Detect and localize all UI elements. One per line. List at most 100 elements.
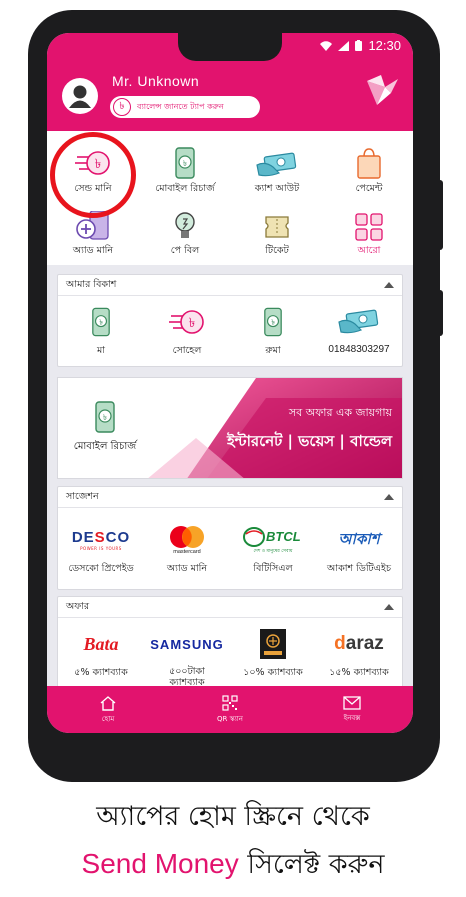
nav-inbox[interactable]: ইনবক্স — [291, 686, 413, 733]
battery-icon — [355, 40, 363, 51]
avatar[interactable] — [62, 78, 98, 114]
action-cash-out[interactable]: ক্যাশ আউট — [231, 145, 323, 197]
mobile-recharge-icon: ৳ — [95, 400, 115, 433]
offer-item[interactable]: ১০% ক্যাশব্যাক — [230, 628, 316, 681]
nav-qr-scan[interactable]: QR স্ক্যান — [169, 686, 291, 733]
action-label: পেমেন্ট — [355, 183, 383, 194]
phone-side-button — [437, 290, 443, 336]
action-label: ক্যাশ আউট — [254, 183, 300, 194]
svg-text:৳: ৳ — [189, 316, 195, 331]
suggestion-item[interactable]: DESCO POWER IS YOURS ডেসকো প্রিপেইড — [58, 524, 144, 577]
svg-text:BTCL: BTCL — [266, 529, 301, 544]
card-header[interactable]: অফার — [58, 597, 402, 618]
suggestion-label: বিটিসিএল — [253, 563, 293, 574]
offers-card: অফার Bata ৫% ক্যাশব্যাক SAMSUNG ৫০০টাকা … — [57, 596, 403, 696]
suggestions-card: সাজেশন DESCO POWER IS YOURS ডেসকো প্রিপে… — [57, 486, 403, 590]
card-title: সাজেশন — [66, 490, 99, 502]
nav-home[interactable]: হোম — [47, 686, 169, 733]
akash-logo: আকাশ — [338, 529, 380, 548]
home-icon — [100, 695, 116, 711]
action-label: মোবাইল রিচার্জ — [155, 183, 215, 194]
balance-prompt: ব্যালেন্স জানতে ট্যাপ করুন — [137, 101, 224, 111]
offer-label: ৫% ক্যাশব্যাক — [74, 667, 128, 678]
nav-label: QR স্ক্যান — [217, 714, 243, 723]
wifi-icon — [320, 40, 333, 51]
offer-label: ৫০০টাকা ক্যাশব্যাক — [169, 666, 205, 688]
contact-label: মা — [96, 345, 106, 356]
banner-graphic — [148, 378, 402, 478]
action-ticket[interactable]: টিকেট — [231, 207, 323, 259]
svg-text:৳: ৳ — [183, 159, 187, 168]
camera-notch — [178, 33, 282, 61]
collapse-caret-icon[interactable] — [384, 494, 394, 500]
action-pay-bill[interactable]: পে বিল — [139, 207, 231, 259]
action-payment[interactable]: পেমেন্ট — [323, 145, 413, 197]
favorite-contact[interactable]: ৳ রুমা — [230, 306, 316, 359]
favorite-contact[interactable]: ৳ সোহেল — [144, 306, 230, 359]
action-more[interactable]: আরো — [323, 207, 413, 259]
offer-item[interactable]: SAMSUNG ৫০০টাকা ক্যাশব্যাক — [144, 628, 230, 689]
cash-out-icon — [256, 152, 297, 177]
contact-label: রুমা — [265, 345, 281, 356]
favorite-contact[interactable]: ৳ মা — [58, 306, 144, 359]
my-bkash-card: আমার বিকাশ ৳ মা ৳ সোহেল ৳ রুমা 018483032… — [57, 274, 403, 367]
bottom-nav: হোম QR স্ক্যান ইনবক্স — [47, 686, 413, 733]
offer-item[interactable]: Bata ৫% ক্যাশব্যাক — [58, 628, 144, 681]
caption-line2: Send Money সিলেক্ট করুন — [0, 844, 466, 889]
status-bar: 12:30 — [320, 38, 401, 53]
payment-bag-icon — [357, 148, 381, 179]
banner-title: সব অফার এক জায়গায় — [288, 406, 392, 419]
action-label: পে বিল — [170, 245, 200, 256]
collapse-caret-icon[interactable] — [384, 282, 394, 288]
mobile-recharge-icon: ৳ — [175, 147, 195, 179]
banner-left-label: মোবাইল রিচার্জ — [73, 440, 137, 452]
mobile-recharge-icon: ৳ — [92, 307, 110, 337]
signal-icon — [338, 40, 350, 51]
card-header[interactable]: সাজেশন — [58, 487, 402, 508]
offer-item[interactable]: d araz ১৫% ক্যাশব্যাক — [316, 628, 402, 681]
action-label: আরো — [357, 245, 381, 256]
qr-icon — [222, 694, 238, 711]
suggestion-item[interactable]: BTCL দেশ ও মানুষের সেবায় বিটিসিএল — [230, 524, 316, 577]
cash-out-icon — [338, 309, 379, 334]
action-mobile-recharge[interactable]: ৳ মোবাইল রিচার্জ — [139, 145, 231, 197]
svg-text:৳: ৳ — [103, 413, 107, 422]
balance-button[interactable]: ৳ ব্যালেন্স জানতে ট্যাপ করুন — [110, 96, 260, 118]
offer-label: ১০% ক্যাশব্যাক — [243, 667, 303, 678]
card-header[interactable]: আমার বিকাশ — [58, 275, 402, 296]
btcl-logo: BTCL দেশ ও মানুষের সেবায় — [242, 524, 304, 556]
samsung-logo: SAMSUNG — [150, 636, 224, 652]
collapse-caret-icon[interactable] — [384, 604, 394, 610]
offer-banner[interactable]: ৳ মোবাইল রিচার্জ সব অফার এক জায়গায় ইন্… — [57, 377, 403, 479]
svg-text:৳: ৳ — [99, 318, 103, 327]
suggestion-item[interactable]: আকাশ আকাশ ডিটিএইচ — [316, 524, 402, 577]
banner-recharge: ৳ মোবাইল রিচার্জ — [58, 378, 152, 478]
card-title: আমার বিকাশ — [66, 278, 117, 290]
caption-line1: অ্যাপের হোম স্ক্রিনে থেকে — [96, 801, 370, 832]
contact-label: সোহেল — [172, 345, 202, 356]
username: Mr. Unknown — [112, 73, 200, 89]
bata-logo: Bata — [83, 633, 119, 654]
caption-highlight: Send Money — [81, 848, 239, 879]
offer-label: ১৫% ক্যাশব্যাক — [329, 667, 389, 678]
shop-logo — [260, 628, 286, 660]
bkash-bird-logo-icon — [367, 75, 398, 105]
status-time: 12:30 — [368, 38, 401, 53]
nav-label: ইনবক্স — [343, 713, 361, 722]
desco-logo: DESCO POWER IS YOURS — [71, 529, 131, 551]
user-icon — [69, 85, 91, 108]
taka-icon: ৳ — [113, 98, 131, 116]
mobile-recharge-icon: ৳ — [264, 307, 282, 337]
daraz-logo: d araz — [334, 633, 384, 654]
caption-rest: সিলেক্ট করুন — [247, 849, 385, 880]
favorite-contact[interactable]: 01848303297 — [316, 306, 402, 355]
ticket-icon — [265, 216, 289, 238]
banner-subtitle: ইন্টারনেট | ভয়েস | বান্ডেল — [226, 432, 392, 450]
inbox-icon — [343, 695, 361, 710]
pay-bill-bulb-icon — [175, 212, 195, 238]
suggestion-label: ডেসকো প্রিপেইড — [68, 563, 134, 574]
action-label: টিকেট — [265, 245, 289, 256]
suggestion-label: আকাশ ডিটিএইচ — [326, 563, 392, 574]
send-money-icon: ৳ — [169, 310, 204, 334]
suggestion-item[interactable]: mastercard অ্যাড মানি — [144, 524, 230, 577]
